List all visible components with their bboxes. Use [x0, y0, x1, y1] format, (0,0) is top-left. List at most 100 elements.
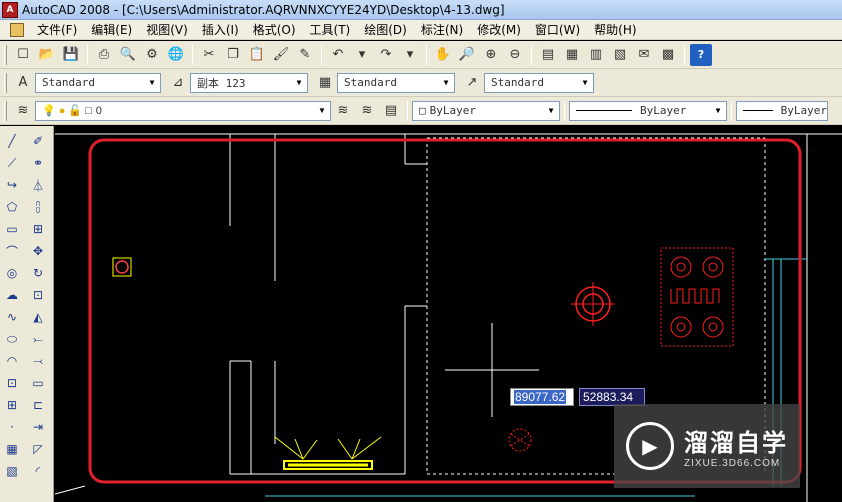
make-current-layer-icon[interactable]: ≋ [332, 100, 354, 122]
stove-burner-inner [676, 322, 686, 332]
join-icon[interactable]: ⇥ [27, 416, 49, 438]
rectangle-icon[interactable]: ▭ [1, 218, 23, 240]
toolbar-grip[interactable] [4, 100, 7, 121]
undo-icon[interactable]: ↶ [327, 44, 349, 66]
rotate-icon[interactable]: ↻ [27, 262, 49, 284]
dim-style-icon[interactable]: ⊿ [167, 72, 189, 94]
menu-view[interactable]: 视图(V) [139, 21, 195, 38]
erase-icon[interactable]: ✐ [27, 130, 49, 152]
array-icon[interactable]: ⊞ [27, 218, 49, 240]
layer-manager-icon[interactable]: ≋ [12, 100, 34, 122]
match-properties-icon[interactable]: 🖌 [270, 44, 292, 66]
layer-select[interactable]: 💡 ● 🔓 □ 0 ▼ [35, 100, 331, 121]
dynamic-input-x[interactable]: 89077.62 [510, 388, 574, 406]
redo-dropdown-icon[interactable]: ▾ [399, 44, 421, 66]
spline-icon[interactable]: ∿ [1, 306, 23, 328]
chevron-down-icon[interactable]: ▼ [438, 74, 454, 92]
polygon-icon[interactable]: ⬠ [1, 196, 23, 218]
trim-icon[interactable]: ⤚ [27, 328, 49, 350]
chamfer-icon[interactable]: ◸ [27, 438, 49, 460]
chevron-down-icon[interactable]: ▼ [543, 102, 559, 120]
ellipse-arc-icon[interactable]: ◠ [1, 350, 23, 372]
gradient-icon[interactable]: ▧ [1, 460, 23, 482]
open-file-icon[interactable]: 📂 [36, 44, 58, 66]
hatch-icon[interactable]: ▦ [1, 438, 23, 460]
offset-icon[interactable]: ⩉ [27, 196, 49, 218]
polyline-icon[interactable]: ↪ [1, 174, 23, 196]
chevron-down-icon[interactable]: ▼ [577, 74, 593, 92]
layer-states-icon[interactable]: ▤ [380, 100, 402, 122]
text-style-icon[interactable]: A [12, 72, 34, 94]
calculator-icon[interactable]: ▩ [657, 44, 679, 66]
menu-file[interactable]: 文件(F) [30, 21, 84, 38]
properties-icon[interactable]: ▤ [537, 44, 559, 66]
circle-icon[interactable]: ◎ [1, 262, 23, 284]
markup-icon[interactable]: ✉ [633, 44, 655, 66]
zoom-previous-icon[interactable]: ⊖ [504, 44, 526, 66]
toolbar-grip[interactable] [4, 72, 7, 93]
new-file-icon[interactable]: ☐ [12, 44, 34, 66]
table-style-icon[interactable]: ▦ [314, 72, 336, 94]
undo-dropdown-icon[interactable]: ▾ [351, 44, 373, 66]
lineweight-select[interactable]: ByLayer [736, 100, 828, 121]
menu-tools[interactable]: 工具(T) [303, 21, 358, 38]
chevron-down-icon[interactable]: ▼ [314, 102, 330, 120]
pan-icon[interactable]: ✋ [432, 44, 454, 66]
chevron-down-icon[interactable]: ▼ [710, 102, 726, 120]
print-preview-icon[interactable]: 🔍 [117, 44, 139, 66]
zoom-realtime-icon[interactable]: 🔎 [456, 44, 478, 66]
menu-draw[interactable]: 绘图(D) [357, 21, 414, 38]
menu-window[interactable]: 窗口(W) [528, 21, 587, 38]
mirror-icon[interactable]: ⏃ [27, 174, 49, 196]
redo-icon[interactable]: ↷ [375, 44, 397, 66]
line-icon[interactable]: ╱ [1, 130, 23, 152]
document-icon[interactable] [10, 22, 24, 37]
save-icon[interactable]: 💾 [60, 44, 82, 66]
block-editor-icon[interactable]: ✎ [294, 44, 316, 66]
menu-help[interactable]: 帮助(H) [587, 21, 643, 38]
menu-modify[interactable]: 修改(M) [470, 21, 528, 38]
extend-icon[interactable]: ⤙ [27, 350, 49, 372]
help-icon[interactable]: ? [690, 43, 712, 66]
chevron-down-icon[interactable]: ▼ [291, 74, 307, 92]
zoom-window-icon[interactable]: ⊕ [480, 44, 502, 66]
tool-palettes-icon[interactable]: ▥ [585, 44, 607, 66]
copy-object-icon[interactable]: ⚭ [27, 152, 49, 174]
menu-dimension[interactable]: 标注(N) [414, 21, 470, 38]
make-block-icon[interactable]: ⊞ [1, 394, 23, 416]
web-icon[interactable]: 🌐 [165, 44, 187, 66]
multileader-style-icon[interactable]: ↗ [461, 72, 483, 94]
autocad-app-icon[interactable]: A [2, 1, 18, 18]
break-at-point-icon[interactable]: ▭ [27, 372, 49, 394]
fillet-icon[interactable]: ◜ [27, 460, 49, 482]
layer-previous-icon[interactable]: ≋ [356, 100, 378, 122]
menu-edit[interactable]: 编辑(E) [84, 21, 139, 38]
sheet-set-icon[interactable]: ▧ [609, 44, 631, 66]
cut-icon[interactable]: ✂ [198, 44, 220, 66]
menu-insert[interactable]: 插入(I) [195, 21, 246, 38]
dim-style-select[interactable]: 副本 123 ▼ [190, 72, 308, 93]
chevron-down-icon[interactable]: ▼ [144, 74, 160, 92]
copy-icon[interactable]: ❐ [222, 44, 244, 66]
revision-cloud-icon[interactable]: ☁ [1, 284, 23, 306]
scale-icon[interactable]: ⊡ [27, 284, 49, 306]
print-icon[interactable]: ⎙ [93, 44, 115, 66]
move-icon[interactable]: ✥ [27, 240, 49, 262]
table-style-select[interactable]: Standard ▼ [337, 72, 455, 93]
arc-icon[interactable]: ⌒ [1, 240, 23, 262]
insert-block-icon[interactable]: ⊡ [1, 372, 23, 394]
construction-line-icon[interactable]: ⟋ [1, 152, 23, 174]
design-center-icon[interactable]: ▦ [561, 44, 583, 66]
linetype-select[interactable]: ByLayer ▼ [569, 100, 727, 121]
break-icon[interactable]: ⊏ [27, 394, 49, 416]
paste-icon[interactable]: 📋 [246, 44, 268, 66]
toolbar-grip[interactable] [4, 44, 7, 65]
publish-icon[interactable]: ⚙ [141, 44, 163, 66]
color-select[interactable]: □ ByLayer ▼ [412, 100, 560, 121]
point-icon[interactable]: · [1, 416, 23, 438]
text-style-select[interactable]: Standard ▼ [35, 72, 161, 93]
menu-format[interactable]: 格式(O) [246, 21, 303, 38]
multileader-style-select[interactable]: Standard ▼ [484, 72, 594, 93]
stretch-icon[interactable]: ◭ [27, 306, 49, 328]
ellipse-icon[interactable]: ⬭ [1, 328, 23, 350]
